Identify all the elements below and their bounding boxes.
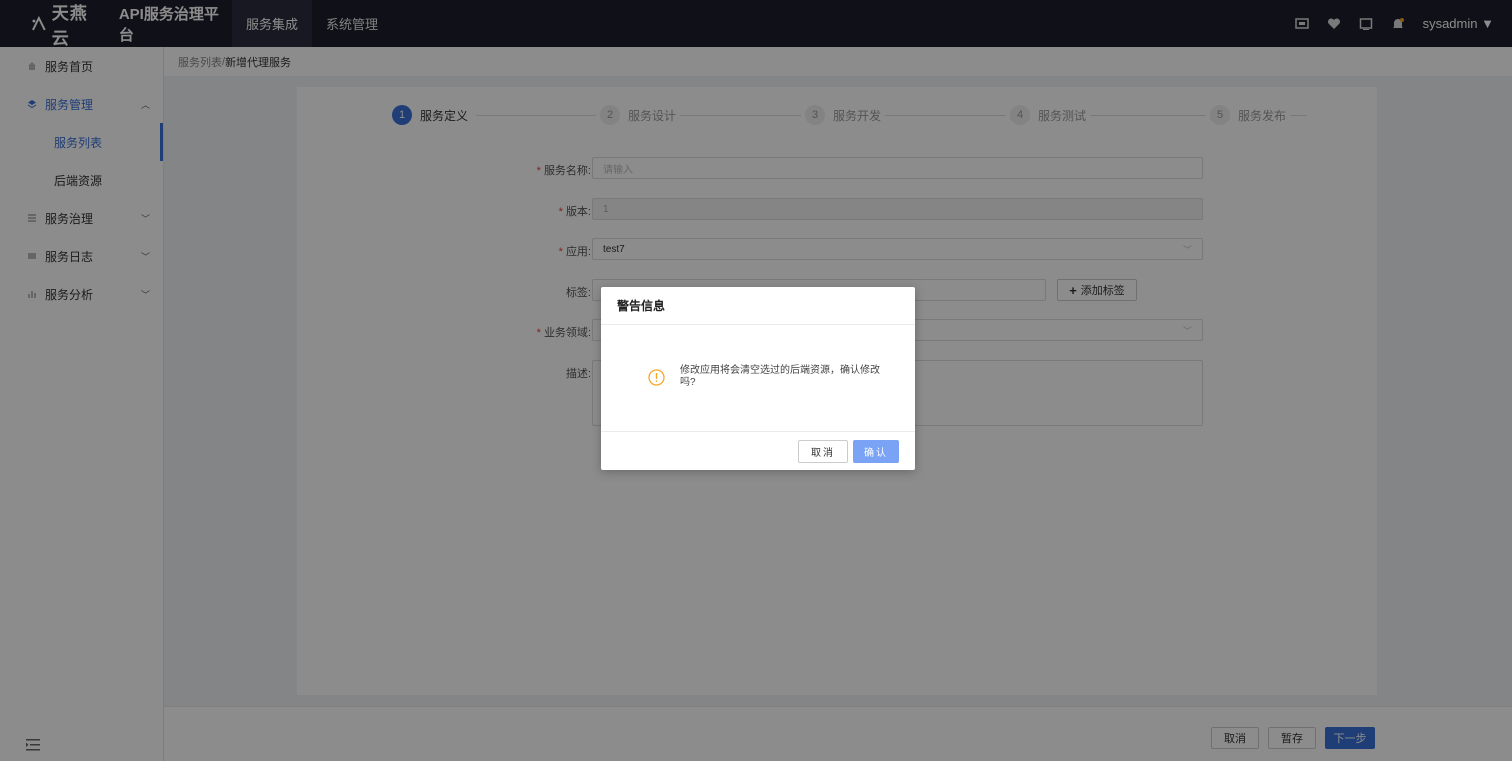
warning-icon: [648, 369, 665, 386]
dialog-message: 修改应用将会清空选过的后端资源，确认修改吗?: [680, 365, 880, 388]
warning-dialog: 警告信息 修改应用将会清空选过的后端资源，确认修改吗? 取消 确认: [601, 287, 915, 470]
dialog-confirm-button[interactable]: 确认: [853, 440, 899, 463]
dialog-footer: 取消 确认: [601, 432, 915, 470]
dialog-body: 修改应用将会清空选过的后端资源，确认修改吗?: [601, 325, 915, 432]
dialog-title: 警告信息: [601, 287, 915, 325]
dialog-cancel-button[interactable]: 取消: [798, 440, 848, 463]
